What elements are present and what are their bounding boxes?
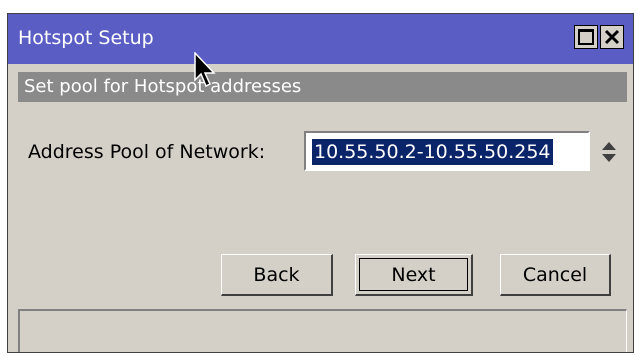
title-bar[interactable]: Hotspot Setup <box>8 14 633 64</box>
up-down-arrows-icon[interactable] <box>601 140 617 164</box>
next-button[interactable]: Next <box>355 254 473 296</box>
back-button[interactable]: Back <box>221 254 333 296</box>
window-title: Hotspot Setup <box>18 27 154 49</box>
maximize-button[interactable] <box>574 25 598 49</box>
step-subtitle: Set pool for Hotspot addresses <box>24 76 302 97</box>
maximize-icon <box>578 29 594 45</box>
status-bar <box>18 309 627 352</box>
address-pool-value: 10.55.50.2-10.55.50.254 <box>312 139 553 165</box>
hotspot-setup-window: Hotspot Setup Set pool for Hotspot addre… <box>7 13 634 353</box>
cancel-button[interactable]: Cancel <box>500 254 611 296</box>
address-pool-label: Address Pool of Network: <box>28 141 266 163</box>
step-subtitle-bar: Set pool for Hotspot addresses <box>18 72 627 102</box>
address-pool-input[interactable]: 10.55.50.2-10.55.50.254 <box>304 131 590 171</box>
mouse-pointer-icon <box>194 52 216 88</box>
close-icon <box>604 29 620 45</box>
focus-outline <box>359 258 468 291</box>
close-button[interactable] <box>600 25 624 49</box>
